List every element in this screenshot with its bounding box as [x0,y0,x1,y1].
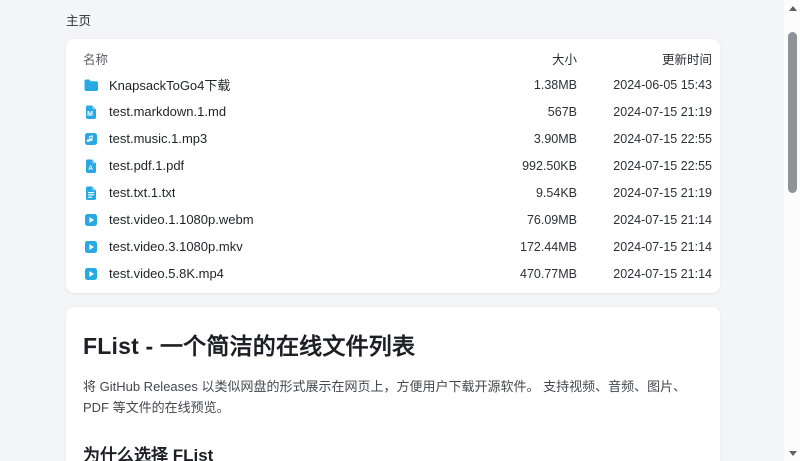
readme-section-title: 为什么选择 FList [83,441,703,461]
scrollbar-thumb[interactable] [788,32,797,193]
readme-card: FList - 一个简洁的在线文件列表 将 GitHub Releases 以类… [66,307,720,461]
file-row[interactable]: KnapsackToGo4下载 1.38MB2024-06-05 15:43 [66,71,720,98]
file-name: test.markdown.1.md [109,104,226,119]
readme-title: FList - 一个简洁的在线文件列表 [83,327,703,361]
column-header-size: 大小 [477,49,577,68]
file-size: 992.50KB [477,159,577,173]
column-header-name: 名称 [83,49,108,68]
file-size: 9.54KB [477,186,577,200]
file-row[interactable]: test.music.1.mp3 3.90MB2024-07-15 22:55 [66,125,720,152]
svg-text:A: A [88,165,93,172]
file-size: 470.77MB [477,267,577,281]
file-updated-time: 2024-06-05 15:43 [577,78,712,92]
file-row[interactable]: test.txt.1.txt 9.54KB2024-07-15 21:19 [66,179,720,206]
file-name: test.video.1.1080p.webm [109,212,254,227]
pdf-file-icon: A [83,158,99,174]
text-file-icon [83,185,99,201]
column-header-time: 更新时间 [577,49,712,68]
file-size: 1.38MB [477,78,577,92]
file-size: 3.90MB [477,132,577,146]
file-name: test.music.1.mp3 [109,131,207,146]
file-row[interactable]: Atest.pdf.1.pdf 992.50KB2024-07-15 22:55 [66,152,720,179]
file-row[interactable]: test.video.5.8K.mp4 470.77MB2024-07-15 21… [66,260,720,287]
file-size: 76.09MB [477,213,577,227]
file-updated-time: 2024-07-15 21:14 [577,267,712,281]
file-table-body: KnapsackToGo4下载 1.38MB2024-06-05 15:43 Mte… [66,71,720,287]
video-file-icon [83,266,99,282]
vertical-scrollbar [783,0,800,461]
file-updated-time: 2024-07-15 21:19 [577,105,712,119]
file-row[interactable]: test.video.1.1080p.webm 76.09MB2024-07-15… [66,206,720,233]
file-name: test.video.3.1080p.mkv [109,239,243,254]
file-updated-time: 2024-07-15 21:19 [577,186,712,200]
file-table-header: 名称 大小 更新时间 [66,45,720,71]
file-row[interactable]: Mtest.markdown.1.md 567B2024-07-15 21:19 [66,98,720,125]
file-updated-time: 2024-07-15 21:14 [577,213,712,227]
scroll-up-icon[interactable] [784,1,800,15]
file-name: test.txt.1.txt [109,185,175,200]
markdown-file-icon: M [83,104,99,120]
scroll-down-icon[interactable] [784,446,800,460]
file-size: 172.44MB [477,240,577,254]
file-updated-time: 2024-07-15 22:55 [577,159,712,173]
main-content: 主页 名称 大小 更新时间 KnapsackToGo4下载1.38MB2024-… [66,0,720,461]
file-row[interactable]: test.video.3.1080p.mkv 172.44MB2024-07-15… [66,233,720,260]
file-list-card: 名称 大小 更新时间 KnapsackToGo4下载 1.38MB2024-06-… [66,39,720,293]
video-file-icon [83,239,99,255]
file-name: test.video.5.8K.mp4 [109,266,224,281]
breadcrumb-home[interactable]: 主页 [66,0,91,29]
file-updated-time: 2024-07-15 22:55 [577,132,712,146]
svg-text:M: M [87,111,93,118]
file-updated-time: 2024-07-15 21:14 [577,240,712,254]
file-name: test.pdf.1.pdf [109,158,184,173]
video-file-icon [83,212,99,228]
file-name: KnapsackToGo4下载 [109,75,230,94]
file-size: 567B [477,105,577,119]
readme-intro: 将 GitHub Releases 以类似网盘的形式展示在网页上，方便用户下载开… [83,376,703,419]
folder-icon [83,77,99,93]
music-file-icon [83,131,99,147]
